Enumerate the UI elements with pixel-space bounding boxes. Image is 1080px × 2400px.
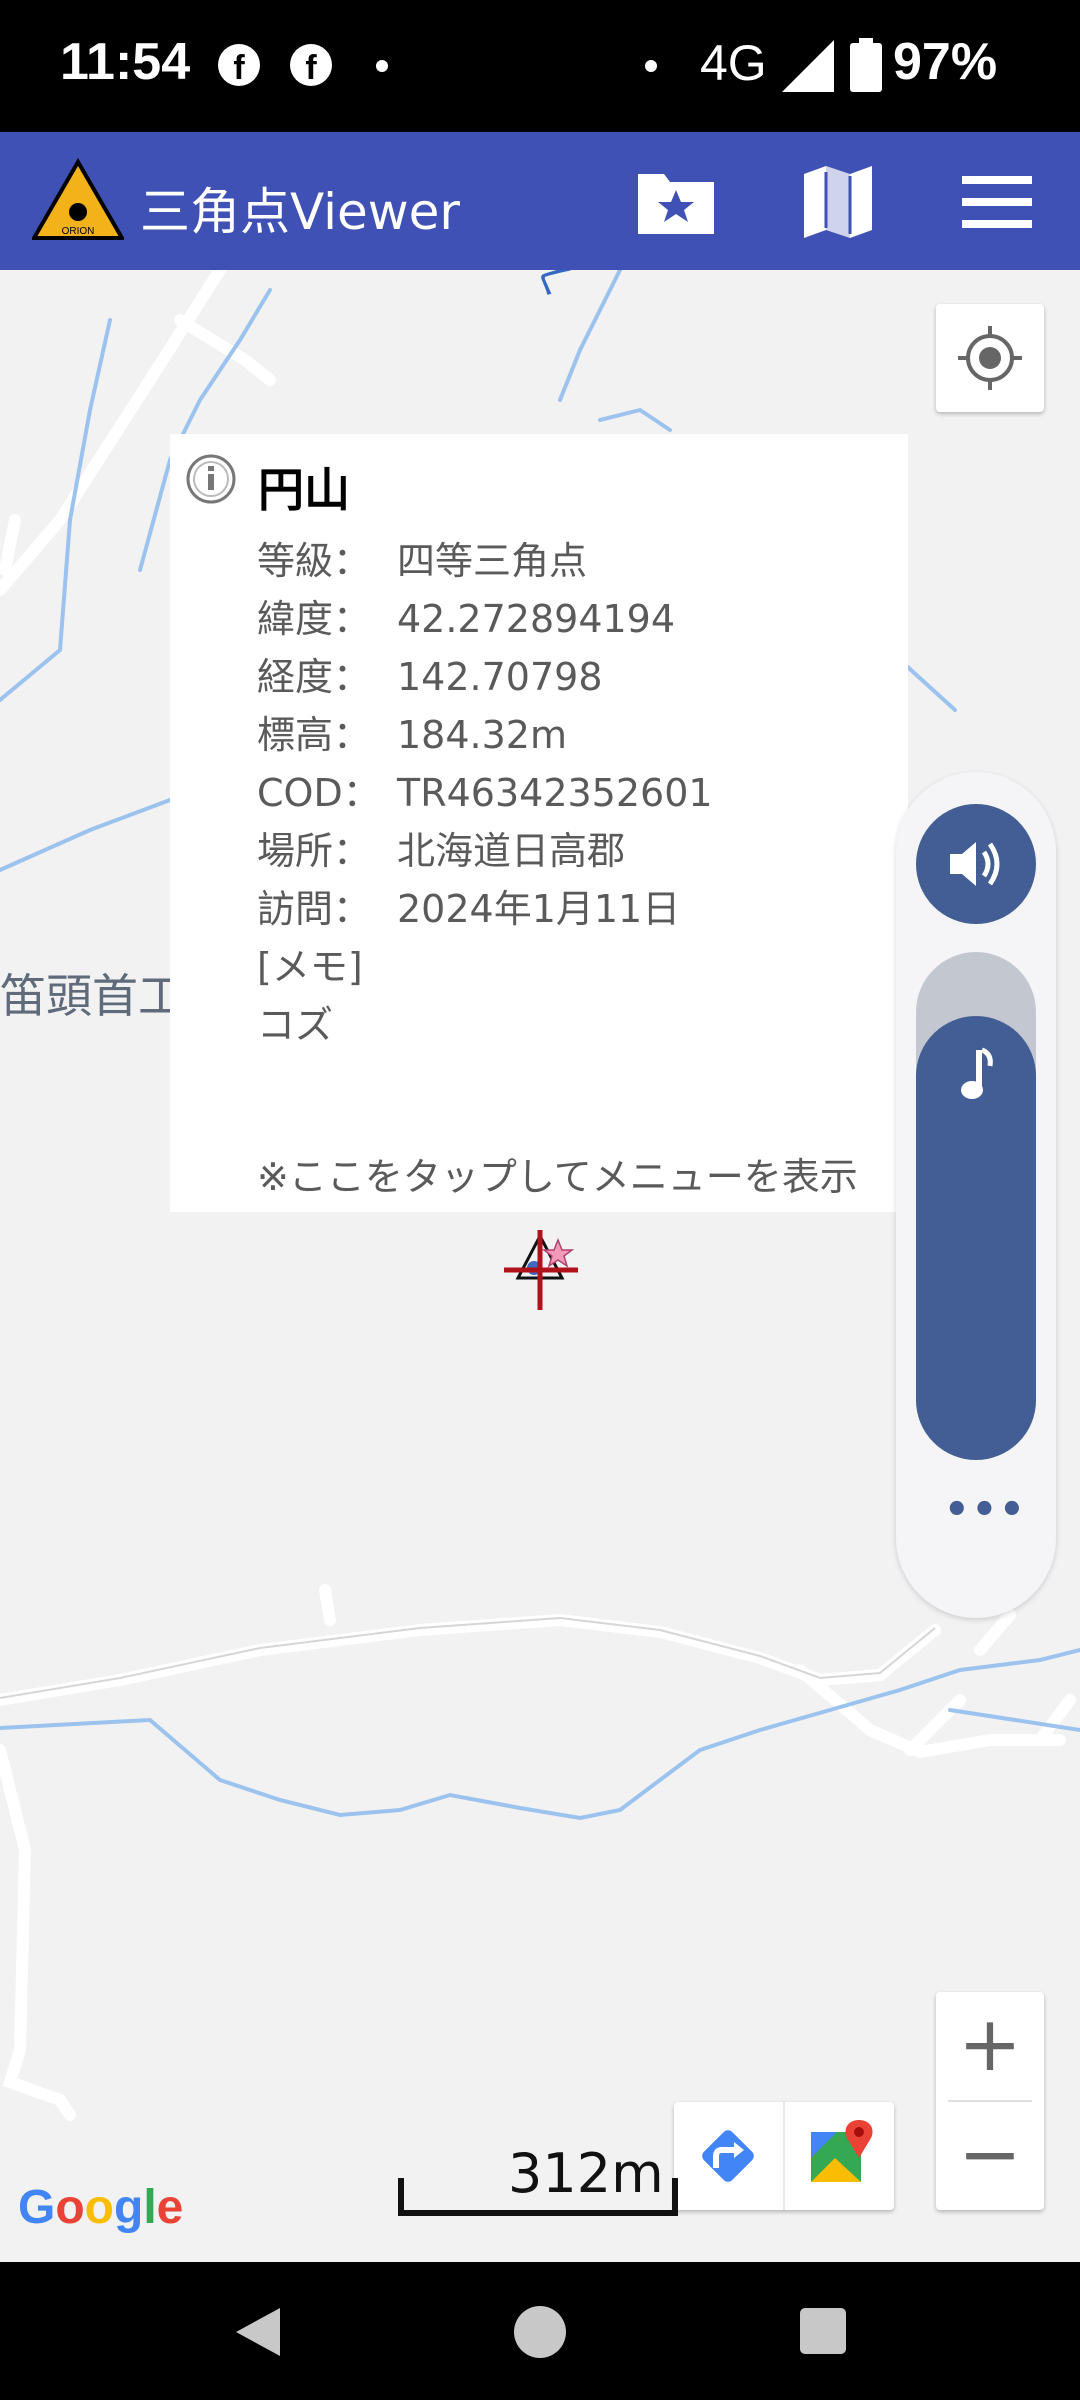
- directions-button[interactable]: [674, 2102, 782, 2210]
- triangulation-marker-icon[interactable]: [500, 1230, 580, 1310]
- memo-text: コズ: [257, 1003, 334, 1047]
- volume-panel: •••: [896, 772, 1056, 1618]
- menu-button[interactable]: [958, 162, 1038, 242]
- my-location-icon: [958, 326, 1022, 390]
- menu-icon: [962, 176, 1032, 228]
- home-icon[interactable]: [512, 2304, 568, 2360]
- back-icon[interactable]: [230, 2304, 286, 2360]
- logo-text: ORION: [62, 226, 95, 237]
- favorites-folder-button[interactable]: [636, 162, 716, 242]
- place-label: 笛頭首工: [0, 969, 184, 1023]
- app-logo: ORION: [32, 158, 124, 240]
- facebook-icon: f: [290, 44, 332, 87]
- info-window[interactable]: 円山 等級： 四等三角点 緯度： 42.272894194 経度： 142.70798…: [170, 434, 908, 1212]
- battery-percent: 97%: [893, 33, 998, 91]
- more-options-button[interactable]: •••: [944, 1490, 1025, 1530]
- info-row-cod: COD： TR46342352601: [257, 771, 713, 815]
- app-bar: ORION 三角点Viewer: [0, 132, 1080, 270]
- map-toolbar: [674, 2102, 894, 2210]
- scale-line: [398, 2178, 678, 2216]
- status-bar: 11:54 f f 4G 97%: [0, 0, 1080, 132]
- my-location-button[interactable]: [936, 304, 1044, 412]
- info-row-latitude: 緯度： 42.272894194: [257, 597, 676, 641]
- info-row-longitude: 経度： 142.70798: [257, 655, 603, 699]
- status-time: 11:54: [60, 33, 191, 91]
- facebook-icon: f: [218, 44, 260, 87]
- signal-icon: [782, 40, 834, 92]
- app-title: 三角点Viewer: [140, 183, 460, 241]
- zoom-in-button[interactable]: +: [936, 1992, 1044, 2100]
- info-row-location: 場所： 北海道日高郡: [257, 829, 626, 873]
- dot-icon: [645, 60, 657, 72]
- info-row-visited: 訪問： 2024年1月11日: [257, 887, 681, 931]
- speaker-icon: [950, 842, 1000, 886]
- network-type: 4G: [700, 35, 767, 91]
- zoom-out-button[interactable]: −: [936, 2102, 1044, 2210]
- navigation-bar: [0, 2262, 1080, 2400]
- map-icon: [804, 166, 872, 238]
- menu-hint: ※ここをタップしてメニューを表示: [257, 1155, 858, 1199]
- info-row-grade: 等級： 四等三角点: [257, 539, 588, 583]
- battery-icon: [850, 38, 882, 92]
- folder-star-icon: [638, 174, 714, 234]
- google-logo: Google: [18, 2181, 184, 2234]
- map-type-button[interactable]: [798, 162, 878, 242]
- info-row-elevation: 標高： 184.32m: [257, 713, 567, 757]
- volume-slider-fill[interactable]: [916, 1016, 1036, 1460]
- volume-button[interactable]: [916, 804, 1036, 924]
- point-name: 円山: [258, 463, 350, 517]
- memo-label: [メモ]: [257, 945, 363, 989]
- recents-icon[interactable]: [800, 2308, 846, 2354]
- open-google-maps-button[interactable]: [785, 2102, 893, 2210]
- google-maps-icon: [811, 2120, 873, 2182]
- info-icon: [186, 454, 236, 504]
- zoom-controls: + −: [936, 1992, 1044, 2210]
- directions-icon: [702, 2130, 754, 2182]
- music-note-icon: [961, 1047, 993, 1099]
- dot-icon: [376, 60, 388, 72]
